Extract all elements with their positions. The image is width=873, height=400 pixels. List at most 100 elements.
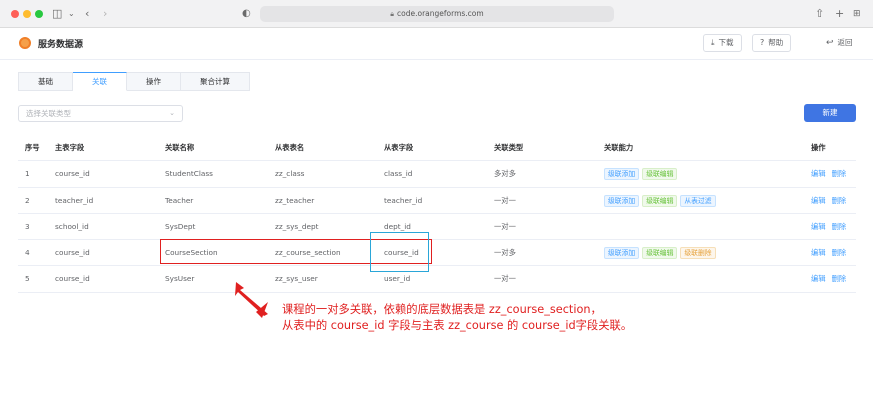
share-icon[interactable]: ⇧ (815, 7, 824, 21)
table-row: 4 course_id CourseSection zz_course_section… (18, 240, 856, 267)
column-header: 操作 (811, 143, 826, 152)
slave-field-cell: class_id (384, 169, 413, 179)
lock-icon: 🔒︎ (390, 10, 395, 18)
relation-type-cell: 多对多 (494, 169, 516, 179)
relation-name-cell: StudentClass (165, 169, 213, 179)
ability-tag: 级联添加 (604, 247, 640, 260)
delete-link[interactable]: 删除 (832, 248, 847, 257)
tab-aggregation[interactable]: 聚合计算 (181, 72, 250, 91)
sidebar-icon[interactable]: ◫ (52, 7, 62, 21)
table-row: 5 course_id SysUser zz_sys_user user_id 一对一 编辑… (18, 266, 856, 293)
row-index: 4 (25, 248, 30, 258)
edit-link[interactable]: 编辑 (811, 196, 826, 205)
relation-name-cell: SysDept (165, 221, 196, 231)
operations-cell: 编辑 删除 (811, 214, 852, 239)
relation-type-select[interactable]: 选择关联类型 ⌄ (18, 105, 183, 122)
slave-table-cell: zz_sys_user (275, 274, 318, 284)
logo-icon (19, 37, 31, 49)
master-field-cell: teacher_id (55, 195, 94, 205)
table-body: 1 course_id StudentClass zz_class class_id 多对… (18, 161, 856, 293)
tab-basic[interactable]: 基础 (18, 72, 73, 91)
relation-name-cell: Teacher (165, 195, 194, 205)
slave-field-cell: teacher_id (384, 195, 423, 205)
new-tab-icon[interactable]: + (835, 7, 844, 21)
row-index: 2 (25, 195, 30, 205)
operations-cell: 编辑 删除 (811, 240, 852, 265)
annotation-note: 课程的一对多关联，依赖的底层数据表是 zz_course_section， 从表… (282, 302, 632, 334)
minimize-window-button[interactable] (23, 10, 31, 18)
download-icon: ⤓ (711, 38, 715, 47)
table-row: 3 school_id SysDept zz_sys_dept dept_id 一对一 编辑… (18, 214, 856, 241)
privacy-shield-icon[interactable]: ◐ (242, 7, 251, 21)
tab-overview-icon[interactable]: ⊞ (853, 7, 861, 21)
column-header: 关联能力 (604, 143, 634, 152)
ability-tag: 级联删除 (680, 247, 716, 260)
ability-tag: 级联编辑 (642, 168, 678, 181)
delete-link[interactable]: 删除 (832, 222, 847, 231)
return-icon: ↩ (826, 38, 834, 48)
tab-bar: 基础 关联 操作 聚合计算 (18, 72, 250, 91)
ability-tag: 级联编辑 (642, 194, 678, 207)
delete-link[interactable]: 删除 (832, 196, 847, 205)
relation-name-cell: SysUser (165, 274, 195, 284)
new-button[interactable]: 新建 (804, 104, 856, 122)
slave-table-cell: zz_teacher (275, 195, 315, 205)
maximize-window-button[interactable] (35, 10, 43, 18)
table-row: 2 teacher_id Teacher zz_teacher teacher_id 一对… (18, 188, 856, 214)
back-icon[interactable]: ‹ (85, 7, 89, 21)
page-title: 服务数据源 (38, 40, 84, 50)
operations-cell: 编辑 删除 (811, 161, 852, 186)
ability-tag: 级联添加 (604, 194, 640, 207)
row-index: 5 (25, 274, 30, 284)
master-field-cell: course_id (55, 248, 90, 258)
row-index: 3 (25, 221, 30, 231)
ability-tag: 从表过滤 (680, 194, 716, 207)
row-index: 1 (25, 169, 30, 179)
column-header: 从表表名 (275, 143, 305, 152)
abilities-cell: 级联添加 级联编辑 从表过滤 (604, 188, 719, 213)
chevron-down-icon[interactable]: ⌄ (68, 7, 75, 21)
column-header: 关联名称 (165, 143, 195, 152)
address-bar[interactable]: 🔒︎ code.orangeforms.com (260, 6, 614, 22)
highlight-field-box (370, 232, 429, 272)
url-text: code.orangeforms.com (397, 9, 484, 18)
tab-relation[interactable]: 关联 (73, 72, 127, 91)
table-header: 序号 主表字段 关联名称 从表表名 从表字段 关联类型 关联能力 操作 (18, 135, 856, 162)
master-field-cell: course_id (55, 274, 90, 284)
operations-cell: 编辑 删除 (811, 188, 852, 213)
master-field-cell: school_id (55, 221, 89, 231)
column-header: 从表字段 (384, 143, 414, 152)
column-header: 主表字段 (55, 143, 85, 152)
abilities-cell: 级联添加 级联编辑 级联删除 (604, 240, 719, 265)
edit-link[interactable]: 编辑 (811, 248, 826, 257)
ability-tag: 级联添加 (604, 168, 640, 181)
abilities-cell: 级联添加 级联编辑 (604, 161, 680, 186)
ability-tag: 级联编辑 (642, 247, 678, 260)
close-window-button[interactable] (11, 10, 19, 18)
table-row: 1 course_id StudentClass zz_class class_id 多对… (18, 161, 856, 188)
relation-table: 序号 主表字段 关联名称 从表表名 从表字段 关联类型 关联能力 操作 1 cou… (18, 135, 856, 293)
slave-table-cell: zz_class (275, 169, 305, 179)
download-button[interactable]: ⤓ 下载 (703, 34, 742, 52)
edit-link[interactable]: 编辑 (811, 169, 826, 178)
browser-toolbar: ◫ ⌄ ‹ › ◐ 🔒︎ code.orangeforms.com ⇧ + ⊞ (0, 0, 873, 28)
app-header: 服务数据源 ⤓ 下载 ? 帮助 ↩ 返回 (0, 28, 873, 60)
edit-link[interactable]: 编辑 (811, 274, 826, 283)
relation-type-cell: 一对一 (494, 195, 516, 205)
delete-link[interactable]: 删除 (832, 169, 847, 178)
chevron-down-icon: ⌄ (169, 109, 175, 117)
forward-icon[interactable]: › (103, 7, 107, 21)
relation-type-cell: 一对一 (494, 274, 516, 284)
delete-link[interactable]: 删除 (832, 274, 847, 283)
relation-type-cell: 一对多 (494, 248, 516, 258)
back-button[interactable]: ↩ 返回 (826, 37, 853, 48)
edit-link[interactable]: 编辑 (811, 222, 826, 231)
operations-cell: 编辑 删除 (811, 266, 852, 291)
tab-operation[interactable]: 操作 (127, 72, 181, 91)
slave-table-cell: zz_sys_dept (275, 221, 319, 231)
help-button[interactable]: ? 帮助 (752, 34, 792, 52)
annotation-arrow-icon (235, 282, 268, 318)
column-header: 序号 (25, 143, 40, 152)
help-icon: ? (760, 38, 765, 47)
column-header: 关联类型 (494, 143, 524, 152)
